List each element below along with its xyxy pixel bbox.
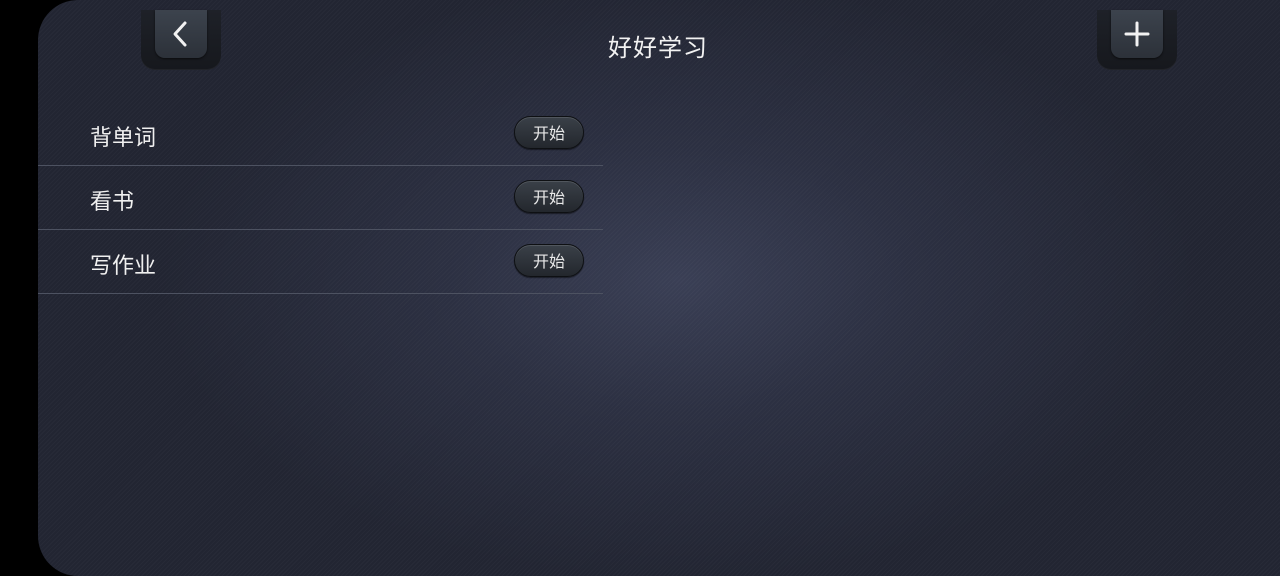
- list-item: 看书 开始: [38, 166, 603, 230]
- add-button-face[interactable]: [1111, 10, 1163, 58]
- task-label: 写作业: [90, 254, 157, 279]
- task-label: 看书: [90, 190, 135, 215]
- add-button[interactable]: [1097, 10, 1177, 70]
- page-title: 好好学习: [608, 34, 708, 62]
- list-item: 写作业 开始: [38, 230, 603, 294]
- plus-icon: [1124, 21, 1150, 47]
- chevron-left-icon: [173, 21, 187, 47]
- task-label: 背单词: [90, 126, 157, 151]
- list-item: 背单词 开始: [38, 102, 603, 166]
- start-button[interactable]: 开始: [514, 116, 584, 149]
- start-button[interactable]: 开始: [514, 244, 584, 277]
- back-button[interactable]: [141, 10, 221, 70]
- back-button-face[interactable]: [155, 10, 207, 58]
- start-button[interactable]: 开始: [514, 180, 584, 213]
- task-list: 背单词 开始 看书 开始 写作业 开始: [38, 102, 603, 294]
- app-screen: 好好学习 背单词 开始 看书 开始 写作业 开始: [38, 0, 1280, 576]
